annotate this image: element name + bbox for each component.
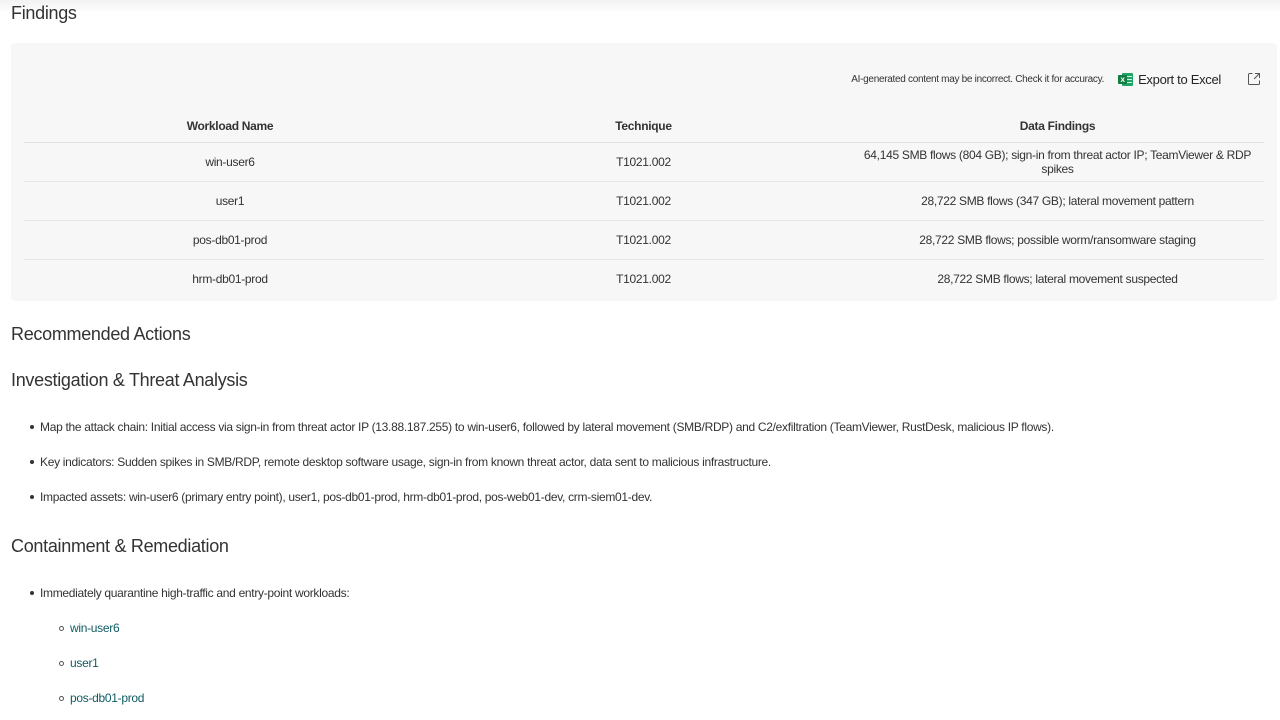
workload-link[interactable]: win-user6 <box>70 621 120 635</box>
workload-cell: user1 <box>24 181 436 221</box>
sub-list-item: pos-db01-prod <box>59 691 144 705</box>
card-toolbar: AI-generated content may be incorrect. C… <box>851 69 1261 89</box>
list-item: Key indicators: Sudden spikes in SMB/RDP… <box>30 455 771 469</box>
column-header-data-findings[interactable]: Data Findings <box>851 109 1264 143</box>
workload-cell: hrm-db01-prod <box>192 272 268 286</box>
bullet-text: Map the attack chain: Initial access via… <box>40 420 1054 434</box>
findings-cell: 28,722 SMB flows; possible worm/ransomwa… <box>851 220 1264 260</box>
list-item: Immediately quarantine high-traffic and … <box>30 586 350 600</box>
findings-cell: 64,145 SMB flows (804 GB); sign-in from … <box>851 142 1264 182</box>
top-shadow <box>0 0 1280 14</box>
technique-cell: T1021.002 <box>436 142 851 182</box>
findings-cell: 28,722 SMB flows; lateral movement suspe… <box>937 272 1178 286</box>
ai-disclaimer: AI-generated content may be incorrect. C… <box>851 73 1105 85</box>
excel-icon: x <box>1118 72 1134 87</box>
export-to-excel-button[interactable]: x Export to Excel <box>1118 72 1221 87</box>
table-row: hrm-db01-prod T1021.002 28,722 SMB flows… <box>24 260 1264 299</box>
bullet-dot <box>30 460 34 464</box>
workload-link[interactable]: pos-db01-prod <box>70 691 144 705</box>
sub-list-item: user1 <box>59 656 99 670</box>
findings-page: Findings AI-generated content may be inc… <box>0 0 1280 720</box>
bullet-dot <box>30 425 34 429</box>
workload-cell: pos-db01-prod <box>24 220 436 260</box>
expand-icon[interactable] <box>1247 72 1261 86</box>
table-row: user1 T1021.002 28,722 SMB flows (347 GB… <box>24 181 1264 221</box>
findings-cell: 28,722 SMB flows (347 GB); lateral movem… <box>851 181 1264 221</box>
findings-card: AI-generated content may be incorrect. C… <box>11 43 1277 301</box>
sub-list-item: win-user6 <box>59 621 120 635</box>
containment-heading: Containment & Remediation <box>11 536 229 556</box>
table-row: win-user6 T1021.002 64,145 SMB flows (80… <box>24 142 1264 182</box>
findings-table: Workload Name Technique Data Findings wi… <box>24 109 1264 298</box>
workload-link[interactable]: user1 <box>70 656 99 670</box>
list-item: Map the attack chain: Initial access via… <box>30 420 1054 434</box>
table-header-row: Workload Name Technique Data Findings <box>24 109 1264 143</box>
findings-heading: Findings <box>11 3 77 23</box>
recommended-actions-heading: Recommended Actions <box>11 324 191 344</box>
investigation-heading: Investigation & Threat Analysis <box>11 370 248 390</box>
bullet-ring <box>59 625 64 631</box>
bullet-dot <box>30 495 34 499</box>
bullet-text: Impacted assets: win-user6 (primary entr… <box>40 490 653 504</box>
bullet-text: Key indicators: Sudden spikes in SMB/RDP… <box>40 455 771 469</box>
bullet-dot <box>30 591 34 595</box>
bullet-ring <box>59 695 64 701</box>
bullet-ring <box>59 660 64 666</box>
technique-cell: T1021.002 <box>616 272 671 286</box>
column-header-workload[interactable]: Workload Name <box>24 109 436 143</box>
technique-cell: T1021.002 <box>436 220 851 260</box>
table-row: pos-db01-prod T1021.002 28,722 SMB flows… <box>24 220 1264 260</box>
workload-cell: win-user6 <box>24 142 436 182</box>
column-header-technique[interactable]: Technique <box>436 109 851 143</box>
technique-cell: T1021.002 <box>436 181 851 221</box>
export-label: Export to Excel <box>1138 71 1221 87</box>
list-item: Impacted assets: win-user6 (primary entr… <box>30 490 652 504</box>
bullet-text: Immediately quarantine high-traffic and … <box>40 586 350 600</box>
